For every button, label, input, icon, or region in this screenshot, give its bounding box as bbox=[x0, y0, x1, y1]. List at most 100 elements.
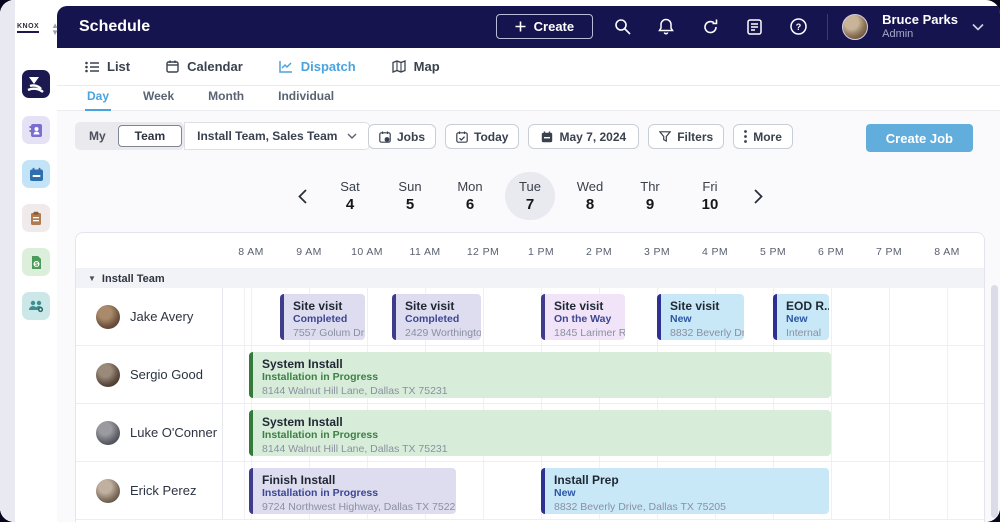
subtab-week[interactable]: Week bbox=[141, 86, 176, 109]
more-button[interactable]: More bbox=[733, 124, 793, 149]
jobs-button[interactable]: Jobs bbox=[368, 124, 436, 149]
toolbar: My Team Install Team, Sales Team Jobs To… bbox=[75, 122, 985, 152]
day-tue-selected[interactable]: Tue 7 bbox=[505, 172, 555, 220]
job-card[interactable]: System Install Installation in Progress … bbox=[249, 410, 831, 456]
tab-dispatch-label: Dispatch bbox=[301, 59, 356, 74]
tab-calendar[interactable]: Calendar bbox=[166, 59, 243, 74]
date-calendar-icon bbox=[541, 131, 553, 143]
day-number: 7 bbox=[526, 196, 534, 213]
list-icon bbox=[85, 61, 99, 73]
app-window: KNOX ▲▼ $ Schedule bbox=[0, 0, 1000, 522]
today-button[interactable]: Today bbox=[445, 124, 519, 149]
today-calendar-icon bbox=[456, 131, 468, 143]
tab-dispatch[interactable]: Dispatch bbox=[279, 59, 356, 74]
app-logo-icon[interactable] bbox=[22, 70, 50, 98]
day-sun[interactable]: Sun 5 bbox=[385, 172, 435, 220]
technician-avatar bbox=[96, 479, 120, 503]
job-card[interactable]: System Install Installation in Progress … bbox=[249, 352, 831, 398]
vertical-scrollbar[interactable] bbox=[991, 285, 998, 518]
technician-cell: Sergio Good bbox=[76, 346, 223, 403]
search-icon[interactable] bbox=[607, 14, 637, 40]
bell-icon[interactable] bbox=[651, 14, 681, 40]
schedule-icon[interactable] bbox=[22, 160, 50, 188]
technician-avatar bbox=[96, 363, 120, 387]
technician-name: Jake Avery bbox=[130, 309, 193, 324]
time-tick: 10 AM bbox=[342, 246, 392, 258]
day-name: Thr bbox=[640, 179, 660, 194]
team-select-dropdown[interactable]: Install Team, Sales Team bbox=[184, 122, 370, 150]
day-mon[interactable]: Mon 6 bbox=[445, 172, 495, 220]
time-tick: 9 AM bbox=[284, 246, 334, 258]
time-tick: 8 AM bbox=[226, 246, 276, 258]
job-address: 7557 Golum Dri... bbox=[293, 327, 357, 340]
filters-button[interactable]: Filters bbox=[648, 124, 724, 149]
day-number: 8 bbox=[586, 196, 594, 213]
scope-controls: My Team Install Team, Sales Team bbox=[75, 122, 370, 150]
job-card[interactable]: EOD R... New Internal bbox=[773, 294, 829, 340]
job-status: Installation in Progress bbox=[262, 371, 823, 384]
job-card[interactable]: Site visit New 8832 Beverly Dri... bbox=[657, 294, 744, 340]
day-name: Mon bbox=[457, 179, 482, 194]
funnel-icon bbox=[659, 131, 671, 142]
refresh-icon[interactable] bbox=[695, 14, 725, 40]
job-title: Install Prep bbox=[554, 473, 821, 487]
invoices-icon[interactable]: $ bbox=[22, 248, 50, 276]
prev-week-chevron-icon[interactable] bbox=[285, 179, 319, 213]
next-week-chevron-icon[interactable] bbox=[741, 179, 775, 213]
job-status: Completed bbox=[293, 313, 357, 326]
map-icon bbox=[392, 60, 406, 73]
today-button-label: Today bbox=[474, 130, 508, 144]
job-address: 8832 Beverly Drive, Dallas TX 75205 bbox=[554, 501, 821, 514]
tab-map[interactable]: Map bbox=[392, 59, 440, 74]
my-toggle[interactable]: My bbox=[77, 129, 118, 143]
view-tabs: List Calendar Dispatch Map bbox=[57, 48, 1000, 86]
tab-list[interactable]: List bbox=[85, 59, 130, 74]
time-tick: 11 AM bbox=[400, 246, 450, 258]
day-thr[interactable]: Thr 9 bbox=[625, 172, 675, 220]
day-fri[interactable]: Fri 10 bbox=[685, 172, 735, 220]
day-sat[interactable]: Sat 4 bbox=[325, 172, 375, 220]
jobs-button-label: Jobs bbox=[397, 130, 425, 144]
job-card[interactable]: Site visit Completed 2429 Worthingto... bbox=[392, 294, 481, 340]
notes-icon[interactable] bbox=[739, 14, 769, 40]
user-menu-chevron-icon[interactable] bbox=[972, 23, 984, 31]
create-button[interactable]: Create bbox=[496, 14, 593, 39]
job-card[interactable]: Finish Install Installation in Progress … bbox=[249, 468, 456, 514]
team-toggle[interactable]: Team bbox=[118, 125, 182, 147]
schedule-track: System Install Installation in Progress … bbox=[223, 404, 984, 461]
knox-logo: KNOX ▲▼ bbox=[17, 10, 57, 46]
job-title: Site visit bbox=[293, 299, 357, 313]
schedule-row-luke-oconner: Luke O'Conner System Install Installatio… bbox=[76, 404, 984, 462]
job-address: 2429 Worthingto... bbox=[405, 327, 473, 340]
collapse-triangle-icon: ▼ bbox=[88, 274, 96, 283]
technician-cell: Jake Avery bbox=[76, 288, 223, 345]
help-icon[interactable]: ? bbox=[783, 14, 813, 40]
work-area: My Team Install Team, Sales Team Jobs To… bbox=[57, 111, 1000, 522]
date-picker-button[interactable]: May 7, 2024 bbox=[528, 124, 639, 149]
contacts-icon[interactable] bbox=[22, 116, 50, 144]
user-info[interactable]: Bruce Parks Admin bbox=[882, 13, 958, 41]
job-card[interactable]: Site visit On the Way 1845 Larimer Ro... bbox=[541, 294, 625, 340]
job-title: System Install bbox=[262, 357, 823, 371]
schedule-row-sergio-good: Sergio Good System Install Installation … bbox=[76, 346, 984, 404]
job-card[interactable]: Site visit Completed 7557 Golum Dri... bbox=[280, 294, 365, 340]
schedule-row-jake-avery: Jake Avery Site visit Completed 7557 Gol… bbox=[76, 288, 984, 346]
sidebar-collapse-icon[interactable]: ▲▼ bbox=[51, 22, 59, 36]
subtab-individual[interactable]: Individual bbox=[276, 86, 336, 109]
day-wed[interactable]: Wed 8 bbox=[565, 172, 615, 220]
user-avatar[interactable] bbox=[842, 14, 868, 40]
job-card[interactable]: Install Prep New 8832 Beverly Drive, Dal… bbox=[541, 468, 829, 514]
day-number: 10 bbox=[702, 196, 719, 213]
create-job-button[interactable]: Create Job bbox=[866, 124, 973, 152]
subtab-day[interactable]: Day bbox=[85, 86, 111, 111]
svg-text:?: ? bbox=[795, 22, 801, 32]
job-address: 8832 Beverly Dri... bbox=[670, 327, 736, 340]
clipboard-icon[interactable] bbox=[22, 204, 50, 232]
team-settings-icon[interactable] bbox=[22, 292, 50, 320]
calendar-icon bbox=[166, 60, 179, 73]
topbar-actions: Create ? Bruce Parks Admin bbox=[496, 13, 984, 41]
group-header-install-team[interactable]: ▼ Install Team bbox=[76, 269, 984, 288]
subtab-month[interactable]: Month bbox=[206, 86, 246, 109]
time-tick: 7 PM bbox=[864, 246, 914, 258]
chevron-down-icon bbox=[347, 133, 357, 139]
